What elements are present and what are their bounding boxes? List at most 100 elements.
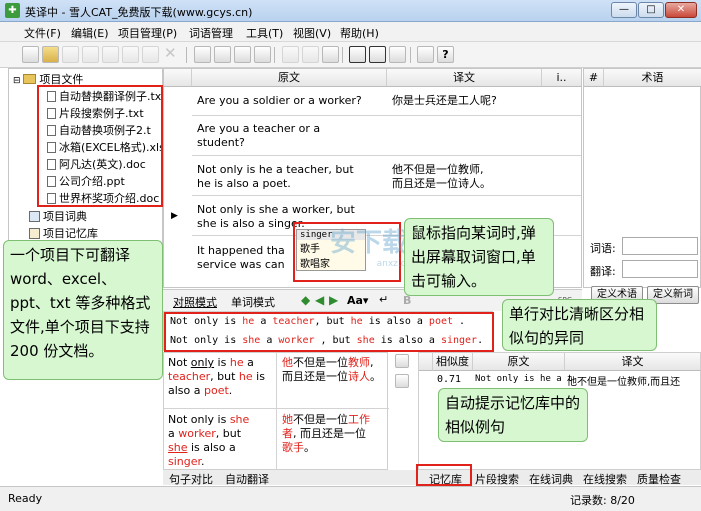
toolbar-separator <box>410 47 411 63</box>
term-num-header: # <box>584 69 604 87</box>
font-case-button[interactable]: Aa▾ <box>347 294 368 307</box>
tab-online-dictionary[interactable]: 在线词典 <box>529 471 573 487</box>
translation-input[interactable] <box>622 260 698 278</box>
memory-score[interactable]: 0.71 <box>437 374 461 385</box>
menu-view[interactable]: 视图(V) <box>293 25 331 41</box>
source-cell[interactable]: It happened tha service was can <box>197 244 285 272</box>
callout-compare: 单行对比清晰区分相似句的异同 <box>502 299 657 351</box>
book-icon <box>29 211 40 222</box>
tab-quality-check[interactable]: 质量检查 <box>637 471 681 487</box>
compare-highlight <box>164 312 494 352</box>
copy-icon[interactable] <box>82 46 99 63</box>
insert-icon[interactable] <box>395 374 409 388</box>
new-icon[interactable] <box>22 46 39 63</box>
paste-icon[interactable] <box>122 46 139 63</box>
arrow-right-icon[interactable]: ▶ <box>329 293 338 307</box>
current-row-arrow-icon: ▶ <box>171 211 178 221</box>
tab-word-mode[interactable]: 单词模式 <box>231 294 275 310</box>
toolbar-separator <box>186 47 187 63</box>
sentence-compare-panel: Not only is he a teacher, but he is also… <box>163 352 389 471</box>
home-icon[interactable] <box>417 46 434 63</box>
sentence-zh-1: 他不但是一位教师, 而且还是一位诗人。 <box>282 356 381 383</box>
record-count: 记录数: 8/20 <box>570 494 635 507</box>
database-icon <box>29 228 40 239</box>
menu-words[interactable]: 词语管理 <box>189 25 233 41</box>
menu-edit[interactable]: 编辑(E) <box>71 25 109 41</box>
menu-help[interactable]: 帮助(H) <box>340 25 379 41</box>
print-icon[interactable] <box>322 46 339 63</box>
word-label: 词语: <box>590 242 616 255</box>
confirm-icon[interactable] <box>302 46 319 63</box>
memory-corner <box>419 353 433 371</box>
layout-2-icon[interactable] <box>369 46 386 63</box>
tab-sentence-compare[interactable]: 句子对比 <box>169 471 213 487</box>
return-icon[interactable]: ↵ <box>379 293 388 306</box>
copy-source-icon[interactable] <box>395 354 409 368</box>
tab-auto-translate[interactable]: 自动翻译 <box>225 471 269 487</box>
sentence-en-1: Not only is he a teacher, but he is also… <box>168 356 265 397</box>
memory-target[interactable]: 他不但是一位教师,而且还 <box>567 373 680 388</box>
import-icon[interactable] <box>194 46 211 63</box>
sentence-en-2: Not only is she a worker, but she is als… <box>168 413 250 468</box>
source-column-header[interactable]: 原文 <box>192 69 387 87</box>
layout-3-icon[interactable] <box>389 46 406 63</box>
watermark-text: 安下载 <box>330 228 409 258</box>
word-input[interactable] <box>622 237 698 255</box>
minimize-button[interactable]: — <box>611 2 637 18</box>
memory-target-header[interactable]: 译文 <box>565 353 701 371</box>
menu-bar: 文件(F) 编辑(E) 项目管理(P) 词语管理 工具(T) 视图(V) 帮助(… <box>0 22 701 42</box>
column-divider <box>276 353 277 471</box>
save-icon[interactable] <box>62 46 79 63</box>
menu-file[interactable]: 文件(F) <box>24 25 61 41</box>
tab-compare-mode[interactable]: 对照模式 <box>173 294 217 310</box>
callout-file-formats: 一个项目下可翻译word、excel、ppt、txt 等多种格式文件,单个项目下… <box>3 240 163 380</box>
project-icon[interactable] <box>234 46 251 63</box>
target-cell[interactable]: 你是士兵还是工人呢? <box>392 94 497 108</box>
title-bar: ✚ 英译中 - 雪人CAT_免费版下载(www.gcys.cn) — □ ✕ <box>0 0 701 22</box>
sentence-zh-2: 她不但是一位工作者, 而且还是一位歌手。 <box>282 413 370 454</box>
target-column-header[interactable]: 译文 <box>387 69 542 87</box>
file-list-highlight <box>37 85 163 207</box>
folder-icon <box>23 74 37 84</box>
source-cell[interactable]: Not only is he a teacher, but he is also… <box>197 163 354 191</box>
toolbar-separator <box>342 47 343 63</box>
menu-tools[interactable]: 工具(T) <box>246 25 283 41</box>
toolbar-separator <box>274 47 275 63</box>
compare-panel: Not only is he a teacher, but he is also… <box>163 311 494 352</box>
memory-source[interactable]: Not only is he a t <box>475 374 573 384</box>
tab-online-search[interactable]: 在线搜索 <box>583 471 627 487</box>
tree-memory[interactable]: 项目记忆库 <box>29 225 98 241</box>
memory-source-header[interactable]: 原文 <box>473 353 565 371</box>
toolbar: ✕ ? <box>0 42 701 68</box>
layout-1-icon[interactable] <box>349 46 366 63</box>
tab-fragment-search[interactable]: 片段搜索 <box>475 471 519 487</box>
memory-icon[interactable] <box>254 46 271 63</box>
status-text: Ready <box>8 492 43 505</box>
help-icon[interactable]: ? <box>437 46 454 63</box>
arrow-left-icon[interactable]: ◆ <box>301 293 310 307</box>
app-icon: ✚ <box>5 3 20 18</box>
callout-memory: 自动提示记忆库中的相似例句 <box>438 388 588 442</box>
delete-icon[interactable]: ✕ <box>164 46 181 63</box>
source-cell[interactable]: Are you a teacher or a student? <box>197 122 320 150</box>
status-bar: Ready 记录数: 8/20 <box>0 486 701 511</box>
source-cell[interactable]: Are you a soldier or a worker? <box>197 94 362 108</box>
memory-tab-highlight <box>416 464 472 486</box>
open-icon[interactable] <box>42 46 59 63</box>
menu-project[interactable]: 项目管理(P) <box>118 25 177 41</box>
row-divider <box>192 115 581 116</box>
similarity-header[interactable]: 相似度 <box>433 353 473 371</box>
flag-column-header[interactable]: i.. <box>542 69 581 87</box>
maximize-button[interactable]: □ <box>638 2 664 18</box>
tree-dictionary[interactable]: 项目词典 <box>29 208 87 224</box>
row-divider <box>192 155 581 156</box>
target-cell[interactable]: 他不但是一位教师, 而且还是一位诗人。 <box>392 163 491 191</box>
row-divider <box>192 195 581 196</box>
arrow-left-icon[interactable]: ◀ <box>315 293 324 307</box>
undo-icon[interactable] <box>142 46 159 63</box>
translation-label: 翻译: <box>590 265 616 278</box>
cut-icon[interactable] <box>102 46 119 63</box>
translate-icon[interactable] <box>282 46 299 63</box>
close-button[interactable]: ✕ <box>665 2 697 18</box>
export-icon[interactable] <box>214 46 231 63</box>
